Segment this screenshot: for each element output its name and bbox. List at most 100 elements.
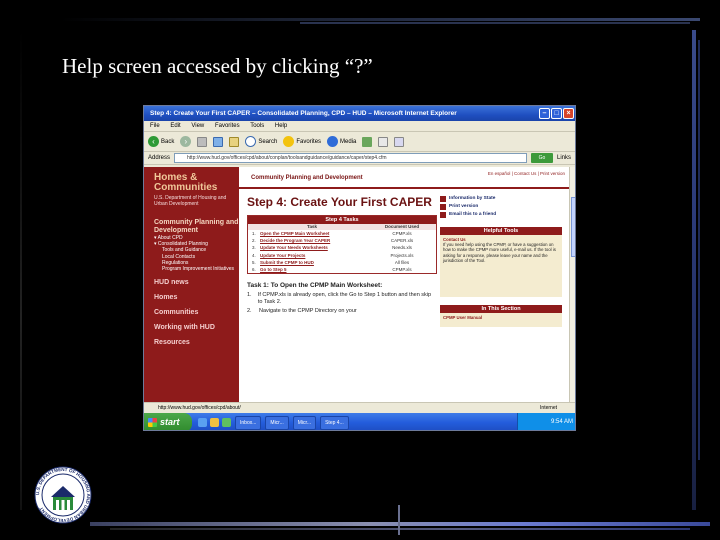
task1-step: 2. Navigate to the CPMP Directory on you… (247, 308, 437, 315)
info-by-state-label: Information by State (449, 196, 496, 201)
document-used: CPMP.xls (392, 267, 412, 273)
top-decor-line-secondary (300, 22, 690, 24)
task1-heading: Task 1: To Open the CPMP Main Worksheet: (247, 282, 383, 290)
nav-program-improvement[interactable]: Program Improvement Initiatives (154, 266, 239, 272)
slide-title: Help screen accessed by clicking “?” (62, 54, 373, 78)
step-text: Navigate to the CPMP Directory on your (259, 308, 357, 315)
table-row: 6. Go to Step 5 CPMP.xls (248, 266, 436, 273)
brand-line-2[interactable]: Communities (154, 183, 239, 193)
mail-icon[interactable] (378, 136, 389, 147)
task-link[interactable]: Update Your Projects (260, 253, 372, 258)
email-icon (440, 212, 446, 218)
table-row: 3. Update Your Needs Worksheets Needs.xl… (248, 244, 436, 251)
step-number: 1. (247, 292, 252, 299)
site-header-links[interactable]: En español | Contact Us | Print version (488, 171, 565, 176)
row-number: 5. (252, 259, 256, 265)
scrollbar-thumb[interactable] (571, 197, 575, 257)
stop-icon[interactable] (197, 136, 208, 147)
menu-file[interactable]: File (150, 123, 160, 129)
refresh-icon[interactable] (213, 136, 224, 147)
in-this-section-heading: In This Section (440, 305, 562, 313)
address-label: Address (148, 155, 171, 161)
table-row: 2. Decide the Program Year CAPER CAPER.x… (248, 237, 436, 244)
task-link[interactable]: Decide the Program Year CAPER (260, 238, 372, 243)
start-button[interactable]: start (144, 413, 192, 430)
print-version-link[interactable]: Print version (440, 203, 562, 211)
media-icon (327, 136, 339, 147)
menu-tools[interactable]: Tools (250, 123, 264, 129)
document-used: CPMP.xls (392, 231, 412, 236)
ie-icon[interactable] (198, 418, 207, 427)
outlook-icon[interactable] (210, 418, 219, 427)
task-link[interactable]: Go to Step 5 (260, 267, 372, 272)
row-number: 6. (252, 267, 256, 273)
nav-working-with-hud[interactable]: Working with HUD (154, 324, 239, 332)
task-link[interactable]: Open the CPMP Main Worksheet (260, 231, 372, 236)
task-link[interactable]: Submit the CPMP to HUD (260, 260, 372, 265)
search-button[interactable]: Search (245, 136, 277, 147)
taskbar-button-inbox[interactable]: Inbox... (235, 415, 262, 430)
tasks-table: Step 4 Tasks Task Document Used 1. Open … (247, 215, 437, 275)
browser-toolbar: ‹ Back › Search Favorites Media (144, 132, 575, 152)
email-friend-link[interactable]: Email this to a friend (440, 211, 562, 219)
vertical-scrollbar[interactable] (569, 167, 575, 402)
info-by-state-link[interactable]: Information by State (440, 195, 562, 203)
back-button[interactable]: ‹ Back (148, 136, 174, 147)
favorites-label: Favorites (296, 138, 322, 145)
status-bar: http://www.hud.gov/offices/cpd/about/ In… (144, 402, 575, 413)
clock[interactable]: 9:54 AM (551, 419, 573, 425)
row-number: 1. (252, 231, 256, 236)
task-link[interactable]: Update Your Needs Worksheets (260, 245, 372, 250)
windows-taskbar: start Inbox... Micr... Micr... Step 4...… (144, 413, 575, 430)
address-bar: Address http://www.hud.gov/offices/cpd/a… (144, 152, 575, 165)
media-button[interactable]: Media (327, 136, 356, 147)
step-number: 2. (247, 308, 252, 315)
tasks-columns: Task Document Used (248, 224, 436, 230)
site-header: Community Planning and Development En es… (239, 167, 569, 189)
cpmp-manual-link[interactable]: CPMP User Manual (443, 315, 482, 320)
nav-hud-news[interactable]: HUD news (154, 279, 239, 287)
quick-launch (198, 418, 231, 427)
nav-homes[interactable]: Homes (154, 294, 239, 302)
print-version-label: Print version (449, 204, 479, 209)
print-icon[interactable] (394, 136, 405, 147)
taskbar-button-micr-1[interactable]: Micr... (265, 415, 289, 430)
step-text: If CPMP.xls is already open, click the G… (257, 292, 432, 305)
star-icon (283, 136, 295, 147)
main-content: Step 4: Create Your First CAPER Step 4 T… (247, 195, 437, 315)
back-arrow-icon: ‹ (148, 136, 159, 147)
menu-edit[interactable]: Edit (170, 123, 180, 129)
nav-resources[interactable]: Resources (154, 339, 239, 347)
helpful-tools-heading: Helpful Tools (440, 227, 562, 235)
table-row: 4. Update Your Projects Projects.xls (248, 252, 436, 259)
page-viewport: Homes & Communities U.S. Department of H… (144, 167, 569, 402)
taskbar-button-step4[interactable]: Step 4... (320, 415, 349, 430)
close-button[interactable]: × (563, 108, 574, 119)
menu-help[interactable]: Help (275, 123, 287, 129)
favorites-button[interactable]: Favorites (283, 136, 321, 147)
menu-favorites[interactable]: Favorites (215, 123, 240, 129)
col-document: Document Used (384, 224, 420, 229)
helpful-tools-text: If you need help using the CPMP, or have… (443, 242, 556, 263)
taskbar-button-micr-2[interactable]: Micr... (292, 415, 317, 430)
history-icon[interactable] (362, 136, 373, 147)
nav-communities[interactable]: Communities (154, 309, 239, 317)
system-tray: 9:54 AM (517, 413, 575, 430)
browser-screenshot: Step 4: Create Your First CAPER – Consol… (143, 105, 576, 431)
site-sidebar: Homes & Communities U.S. Department of H… (144, 167, 239, 402)
links-label[interactable]: Links (557, 155, 575, 161)
menu-view[interactable]: View (191, 123, 204, 129)
home-icon[interactable] (229, 136, 240, 147)
address-input[interactable]: http://www.hud.gov/offices/cpd/about/con… (174, 153, 527, 163)
nav-heading[interactable]: Community Planning and Development (154, 219, 239, 235)
go-button[interactable]: Go (530, 153, 553, 163)
document-used: CAPER.xls (390, 238, 414, 244)
minimize-button[interactable]: – (539, 108, 550, 119)
forward-button[interactable]: › (180, 136, 192, 147)
desktop-icon[interactable] (222, 418, 231, 427)
maximize-button[interactable]: □ (551, 108, 562, 119)
hud-seal-logo: U.S. DEPARTMENT OF HOUSING AND URBAN DEV… (34, 466, 92, 524)
row-number: 2. (252, 238, 256, 244)
document-used: Projects.xls (390, 252, 414, 258)
start-label: start (160, 417, 180, 427)
